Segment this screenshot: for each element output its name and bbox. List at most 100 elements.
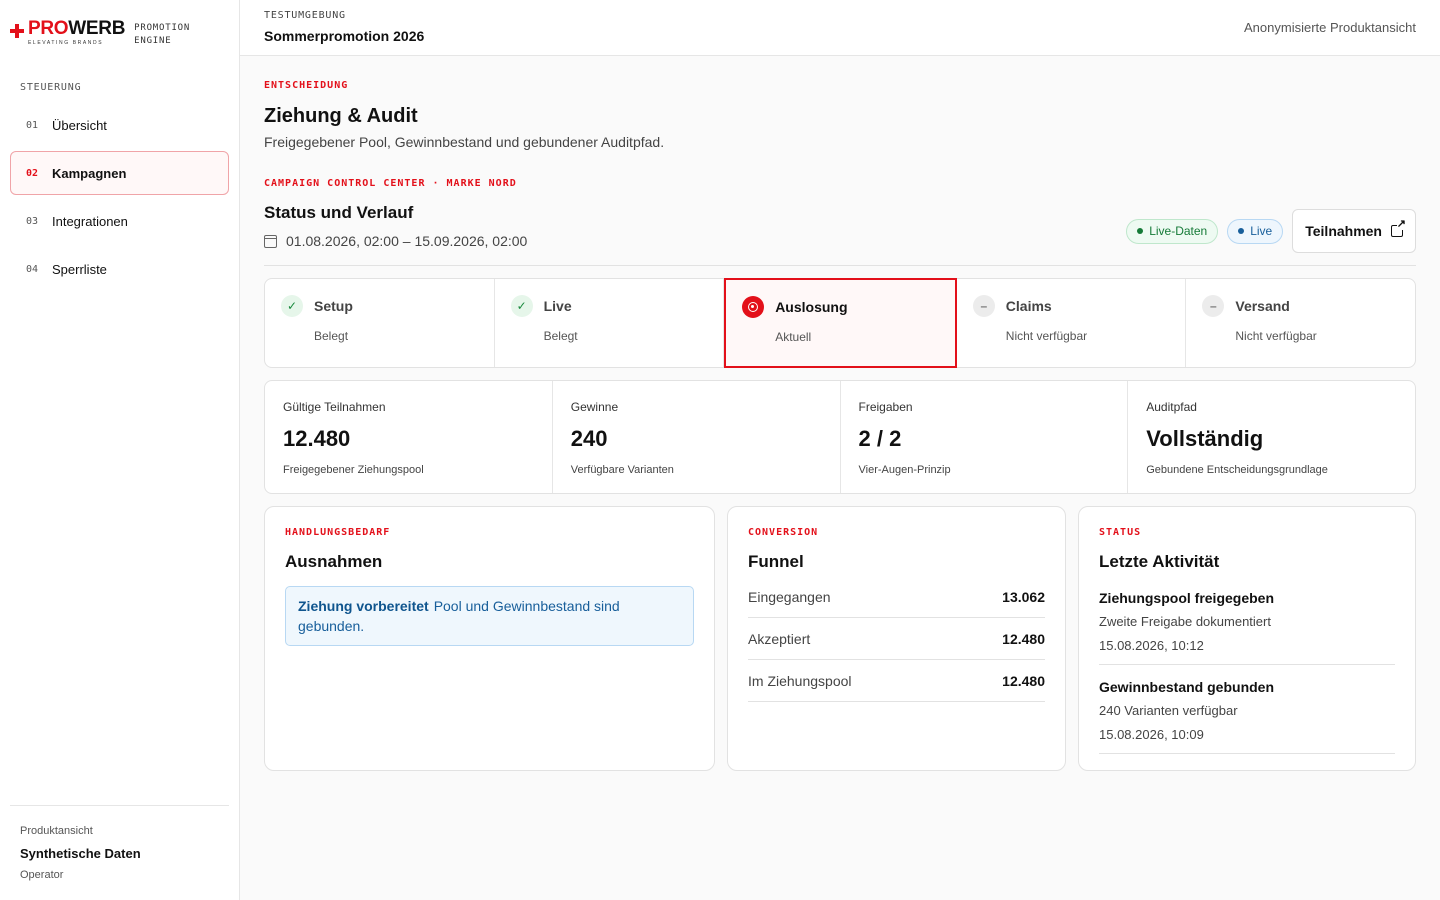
engine-label: PROMOTION ENGINE <box>134 23 191 46</box>
kpi-caption: Vier-Augen-Prinzip <box>858 464 951 476</box>
logo-name-dark: WERB <box>68 18 126 39</box>
activity-timestamp: 15.08.2026, 10:12 <box>1099 638 1204 653</box>
logo-wordmark: PROWERB ELEVATING BRANDS <box>28 18 125 46</box>
kpi-label: Auditpfad <box>1146 400 1197 414</box>
nav-item-number: 01 <box>26 119 39 131</box>
sidebar-item-uebersicht[interactable]: 01 Übersicht <box>10 103 229 147</box>
sidebar-item-kampagnen[interactable]: 02 Kampagnen <box>10 151 229 195</box>
kpi-label: Gültige Teilnahmen <box>283 400 386 414</box>
environment-title: Sommerpromotion 2026 <box>264 28 425 44</box>
section-eyebrow: ENTSCHEIDUNG <box>264 80 349 91</box>
teilnahmen-button[interactable]: Teilnahmen <box>1292 209 1416 253</box>
kpi-caption: Verfügbare Varianten <box>570 464 674 476</box>
activity-item: Ziehungspool freigegeben Zweite Freigabe… <box>1099 572 1395 665</box>
teilnahmen-button-label: Teilnahmen <box>1305 223 1382 239</box>
card-eyebrow: HANDLUNGSBEDARF <box>285 527 391 538</box>
live-data-badge: Live-Daten <box>1126 218 1219 244</box>
topbar: TESTUMGEBUNG Sommerpromotion 2026 Anonym… <box>240 0 1440 56</box>
status-actions: Live-Daten Live Teilnahmen <box>1126 209 1416 253</box>
nav-item-label: Integrationen <box>52 213 128 229</box>
step-status: Nicht verfügbar <box>1005 329 1088 343</box>
status-dot-icon <box>1238 228 1245 234</box>
kpi-approvals: Freigaben 2 / 2 Vier-Augen-Prinzip <box>841 381 1129 493</box>
funnel-row: Eingegangen 13.062 <box>748 576 1045 618</box>
step-status: Belegt <box>314 329 349 343</box>
funnel-value: 13.062 <box>1002 588 1045 605</box>
footer-label: Produktansicht <box>20 825 93 837</box>
logo-tagline: ELEVATING BRANDS <box>28 40 104 46</box>
nav-item-label: Kampagnen <box>52 165 127 181</box>
kpi-value: Vollständig <box>1146 426 1264 451</box>
kpi-prizes: Gewinne 240 Verfügbare Varianten <box>553 381 841 493</box>
funnel-label: Eingegangen <box>748 588 831 605</box>
kpi-value: 12.480 <box>283 426 351 451</box>
notice-title: Ziehung vorbereitet <box>298 598 429 614</box>
step-status: Nicht verfügbar <box>1235 329 1317 343</box>
funnel-value: 12.480 <box>1002 672 1045 689</box>
live-badge-label: Live <box>1250 224 1273 238</box>
status-eyebrow: CAMPAIGN CONTROL CENTER · MARKE NORD <box>264 178 517 189</box>
step-name: Setup <box>314 298 353 314</box>
sidebar-item-integrationen[interactable]: 03 Integrationen <box>10 199 229 243</box>
status-dot-icon <box>1137 228 1144 234</box>
logo-name-red: PRO <box>28 18 69 39</box>
date-range-text: 01.08.2026, 02:00 – 15.09.2026, 02:00 <box>286 233 528 249</box>
kpi-caption: Gebundene Entscheidungsgrundlage <box>1146 464 1328 476</box>
funnel-card: CONVERSION Funnel Eingegangen 13.062 Akz… <box>727 506 1066 771</box>
process-steps: ✓ Setup Belegt ✓ Live Belegt Auslosung A… <box>264 278 1416 368</box>
step-setup[interactable]: ✓ Setup Belegt <box>265 279 495 367</box>
card-eyebrow: STATUS <box>1099 527 1142 538</box>
sidebar-nav: 01 Übersicht 02 Kampagnen 03 Integration… <box>10 103 229 295</box>
brand-logo[interactable]: PROWERB ELEVATING BRANDS PROMOTION ENGIN… <box>10 18 204 48</box>
step-versand[interactable]: – Versand Nicht verfügbar <box>1186 279 1415 367</box>
kpi-label: Gewinne <box>570 400 619 414</box>
step-name: Versand <box>1235 298 1290 314</box>
kpi-valid-entries: Gültige Teilnahmen 12.480 Freigegebener … <box>265 381 553 493</box>
activity-title: Ziehungspool freigegeben <box>1099 590 1275 606</box>
exceptions-card: HANDLUNGSBEDARF Ausnahmen Ziehung vorber… <box>264 506 715 771</box>
step-live[interactable]: ✓ Live Belegt <box>495 279 725 367</box>
card-title: Letzte Aktivität <box>1099 552 1220 571</box>
funnel-label: Akzeptiert <box>748 630 811 647</box>
activity-item: Gewinnbestand gebunden 240 Varianten ver… <box>1099 665 1395 754</box>
card-title: Funnel <box>748 552 804 571</box>
step-status: Belegt <box>543 329 578 343</box>
step-name: Auslosung <box>775 299 848 315</box>
section-header: ENTSCHEIDUNG Ziehung & Audit Freigegeben… <box>264 80 664 150</box>
activity-description: Zweite Freigabe dokumentiert <box>1099 614 1271 629</box>
funnel-value: 12.480 <box>1002 630 1045 647</box>
nav-item-number: 03 <box>26 215 39 227</box>
card-eyebrow: CONVERSION <box>748 527 819 538</box>
calendar-icon <box>264 234 277 248</box>
page-subtitle: Freigegebener Pool, Gewinnbestand und ge… <box>264 134 665 150</box>
step-auslosung[interactable]: Auslosung Aktuell <box>724 278 957 368</box>
activity-description: 240 Varianten verfügbar <box>1099 703 1238 718</box>
nav-item-label: Sperrliste <box>52 261 107 277</box>
funnel-list: Eingegangen 13.062 Akzeptiert 12.480 Im … <box>748 576 1045 702</box>
live-badge: Live <box>1227 218 1284 244</box>
kpi-value: 240 <box>570 426 608 451</box>
sidebar-item-sperrliste[interactable]: 04 Sperrliste <box>10 247 229 291</box>
nav-item-label: Übersicht <box>52 117 107 133</box>
funnel-row: Akzeptiert 12.480 <box>748 618 1045 660</box>
kpi-value: 2 / 2 <box>858 426 902 451</box>
info-notice: Ziehung vorbereitet Pool und Gewinnbestan… <box>285 586 694 646</box>
check-icon: ✓ <box>510 295 533 317</box>
activity-list: Ziehungspool freigegeben Zweite Freigabe… <box>1099 572 1395 754</box>
nav-item-number: 04 <box>26 263 39 275</box>
funnel-row: Im Ziehungspool 12.480 <box>748 660 1045 702</box>
activity-card: STATUS Letzte Aktivität Ziehungspool fre… <box>1078 506 1416 771</box>
minus-icon: – <box>972 295 995 317</box>
nav-item-number: 02 <box>26 167 39 179</box>
view-mode-label: Anonymisierte Produktansicht <box>1244 20 1416 35</box>
step-status: Aktuell <box>775 330 812 344</box>
sidebar: PROWERB ELEVATING BRANDS PROMOTION ENGIN… <box>0 0 240 900</box>
step-claims[interactable]: – Claims Nicht verfügbar <box>957 279 1187 367</box>
minus-icon: – <box>1202 295 1225 317</box>
live-data-badge-label: Live-Daten <box>1149 224 1208 238</box>
activity-title: Gewinnbestand gebunden <box>1099 679 1275 695</box>
nav-heading: STEUERUNG <box>20 82 82 93</box>
status-header: CAMPAIGN CONTROL CENTER · MARKE NORD Sta… <box>264 176 1416 266</box>
card-title: Ausnahmen <box>285 552 383 571</box>
kpi-caption: Freigegebener Ziehungspool <box>283 464 424 476</box>
